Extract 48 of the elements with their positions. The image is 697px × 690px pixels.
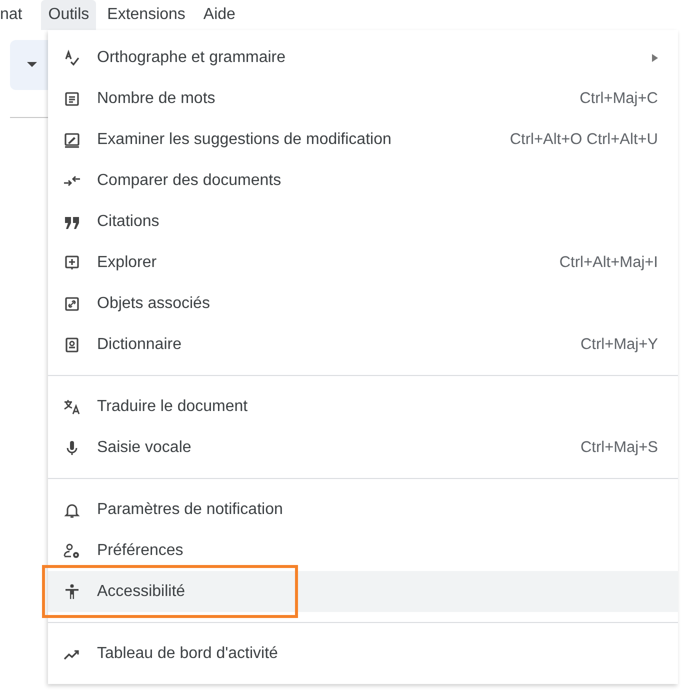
- menu-item-label: Orthographe et grammaire: [97, 48, 287, 66]
- plus-box-icon: [63, 254, 81, 272]
- menu-item-label: Traduire le document: [97, 398, 249, 416]
- document-icon: [63, 90, 81, 108]
- menu-item[interactable]: Tableau de bord d'activité: [48, 633, 678, 674]
- book-icon: [63, 336, 81, 354]
- menu-item-label: Examiner les suggestions de modification: [97, 130, 392, 148]
- toolbar-segment[interactable]: [10, 40, 48, 90]
- menu-item[interactable]: Orthographe et grammaire: [48, 37, 678, 78]
- menu-bar-item[interactable]: Extensions: [100, 0, 192, 30]
- menu-item-label: Comparer des documents: [97, 172, 282, 190]
- shortcut-text: Ctrl+Maj+C: [580, 90, 658, 108]
- menu-item[interactable]: Dictionnaire Ctrl+Maj+Y: [48, 324, 678, 365]
- menu-bar-item[interactable]: Aide: [196, 0, 242, 30]
- person-icon: [63, 582, 81, 600]
- menu-item[interactable]: Objets associés: [48, 283, 678, 324]
- spellcheck-icon: [63, 48, 81, 66]
- menu-item[interactable]: Accessibilité: [48, 571, 678, 612]
- menu-item[interactable]: Nombre de mots Ctrl+Maj+C: [48, 78, 678, 119]
- shortcut-text: Ctrl+Alt+Maj+I: [559, 254, 658, 272]
- menu-item-label: Explorer: [97, 254, 158, 272]
- menu-item-label: Citations: [97, 212, 160, 230]
- menu-bar-item[interactable]: nat: [0, 0, 30, 30]
- menu-item[interactable]: Préférences: [48, 530, 678, 571]
- menu-item[interactable]: Traduire le document: [48, 386, 678, 427]
- menu-item-label: Nombre de mots: [97, 90, 216, 108]
- menu-item-label: Paramètres de notification: [97, 500, 284, 518]
- menu-item-label: Dictionnaire: [97, 336, 182, 354]
- menu-item-label: Saisie vocale: [97, 438, 192, 456]
- menu-item-label: Tableau de bord d'activité: [97, 644, 279, 662]
- person-gear-icon: [63, 542, 81, 560]
- menu-item-label: Préférences: [97, 542, 184, 560]
- menu-item-label: Objets associés: [97, 294, 211, 312]
- shortcut-text: Ctrl+Alt+O Ctrl+Alt+U: [510, 130, 658, 148]
- shortcut-text: Ctrl+Maj+Y: [580, 336, 658, 354]
- menu-item[interactable]: Citations: [48, 201, 678, 242]
- menu-item[interactable]: Explorer Ctrl+Alt+Maj+I: [48, 242, 678, 283]
- menu-item[interactable]: Paramètres de notification: [48, 489, 678, 530]
- shortcut-text: Ctrl+Maj+S: [580, 438, 658, 456]
- review-icon: [63, 130, 81, 148]
- link-box-icon: [63, 294, 81, 312]
- menu-item[interactable]: Saisie vocale Ctrl+Maj+S: [48, 427, 678, 468]
- menu-item-label: Accessibilité: [97, 582, 186, 600]
- menu-item[interactable]: Comparer des documents: [48, 160, 678, 201]
- caret-icon: [27, 62, 37, 68]
- translate-icon: [63, 398, 81, 416]
- menu-item[interactable]: Examiner les suggestions de modification Ctrl+Alt+O Ctrl+Alt+U: [48, 119, 678, 160]
- menu-bar-item[interactable]: Outils: [41, 0, 96, 30]
